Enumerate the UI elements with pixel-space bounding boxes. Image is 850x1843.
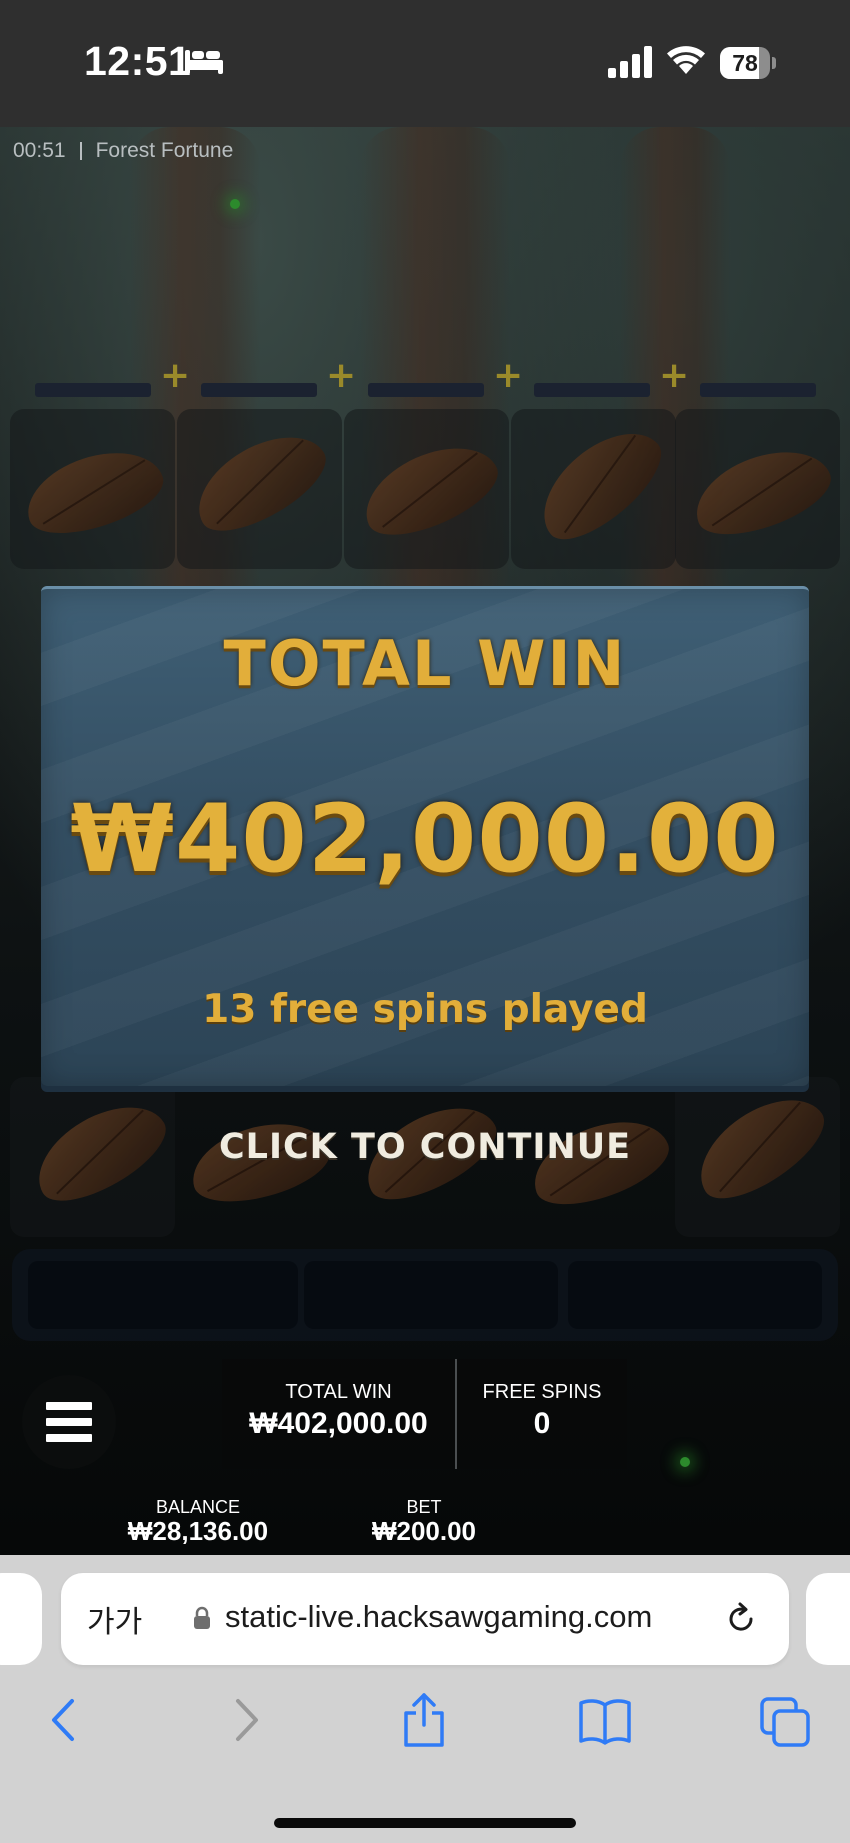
panel-slot bbox=[28, 1261, 298, 1329]
text-size-button[interactable]: 가가 bbox=[87, 1597, 142, 1641]
balance-display: BALANCE ₩28,136.00 bbox=[118, 1497, 278, 1545]
game-timer: 00:51 bbox=[13, 139, 66, 162]
menu-bar bbox=[46, 1418, 92, 1426]
battery-body: 78 bbox=[720, 47, 770, 79]
plus-icon: + bbox=[160, 355, 191, 396]
plus-icon: + bbox=[326, 355, 357, 396]
panel-slot bbox=[304, 1261, 558, 1329]
browser-chrome: 가가 static-live.hacksawgaming.com bbox=[0, 1555, 850, 1843]
reload-icon[interactable] bbox=[723, 1601, 759, 1637]
game-title: Forest Fortune bbox=[95, 139, 234, 162]
firefly bbox=[230, 199, 240, 209]
multiplier-bar bbox=[201, 383, 317, 397]
back-icon[interactable] bbox=[44, 1695, 84, 1745]
share-icon[interactable] bbox=[400, 1691, 448, 1749]
balance-value: ₩28,136.00 bbox=[127, 1516, 269, 1546]
bed-icon bbox=[185, 50, 223, 74]
hamburger-menu-icon[interactable] bbox=[22, 1375, 116, 1469]
menu-bar bbox=[46, 1434, 92, 1442]
multiplier-bar bbox=[35, 383, 151, 397]
wifi-icon bbox=[667, 46, 705, 74]
multiplier-bar bbox=[700, 383, 816, 397]
bookmarks-icon[interactable] bbox=[578, 1697, 632, 1745]
battery-level: 78 bbox=[732, 50, 758, 76]
url-text[interactable]: static-live.hacksawgaming.com bbox=[225, 1599, 652, 1635]
multiplier-bar bbox=[534, 383, 650, 397]
game-header: 00:51 Forest Fortune bbox=[13, 139, 233, 163]
plus-icon: + bbox=[659, 355, 690, 396]
firefly bbox=[680, 1457, 690, 1467]
modal-win-amount: ₩402,000.00 bbox=[70, 785, 780, 894]
bet-display: BET ₩200.00 bbox=[364, 1497, 484, 1545]
total-win-modal[interactable]: TOTAL WIN ₩402,000.00 13 free spins play… bbox=[41, 586, 809, 1086]
plus-icon: + bbox=[493, 355, 524, 396]
bet-value: ₩200.00 bbox=[371, 1516, 477, 1546]
modal-title: TOTAL WIN bbox=[223, 627, 627, 700]
panel-slot bbox=[568, 1261, 822, 1329]
click-to-continue-button[interactable]: CLICK TO CONTINUE bbox=[0, 1127, 850, 1167]
total-win-display: TOTAL WIN ₩402,000.00 bbox=[222, 1359, 455, 1469]
free-spins-value: 0 bbox=[533, 1407, 551, 1440]
tabs-icon[interactable] bbox=[758, 1695, 812, 1749]
forward-icon[interactable] bbox=[226, 1695, 266, 1745]
free-spins-label: FREE SPINS bbox=[482, 1381, 602, 1403]
total-win-value: ₩402,000.00 bbox=[249, 1407, 428, 1440]
multiplier-bar bbox=[368, 383, 484, 397]
balance-label: BALANCE bbox=[155, 1497, 241, 1517]
bet-label: BET bbox=[406, 1497, 442, 1517]
previous-tab-preview[interactable] bbox=[0, 1573, 42, 1665]
menu-bar bbox=[46, 1402, 92, 1410]
battery-icon: 78 bbox=[720, 47, 776, 79]
home-indicator[interactable] bbox=[274, 1818, 576, 1828]
cellular-signal-icon bbox=[608, 46, 652, 78]
game-area[interactable]: 00:51 Forest Fortune + + + + TOTAL WIN ₩… bbox=[0, 127, 850, 1555]
status-bar: 12:51 78 bbox=[0, 0, 850, 127]
address-bar[interactable]: 가가 static-live.hacksawgaming.com bbox=[61, 1573, 789, 1665]
modal-free-spins-played: 13 free spins played bbox=[202, 987, 648, 1032]
battery-cap bbox=[772, 57, 776, 69]
total-win-label: TOTAL WIN bbox=[285, 1381, 392, 1403]
next-tab-preview[interactable] bbox=[806, 1573, 850, 1665]
header-separator bbox=[79, 142, 82, 160]
status-time: 12:51 bbox=[84, 38, 192, 84]
lock-icon bbox=[194, 1606, 210, 1629]
spin-control-panel bbox=[12, 1249, 838, 1341]
free-spins-display: FREE SPINS 0 bbox=[457, 1359, 627, 1469]
